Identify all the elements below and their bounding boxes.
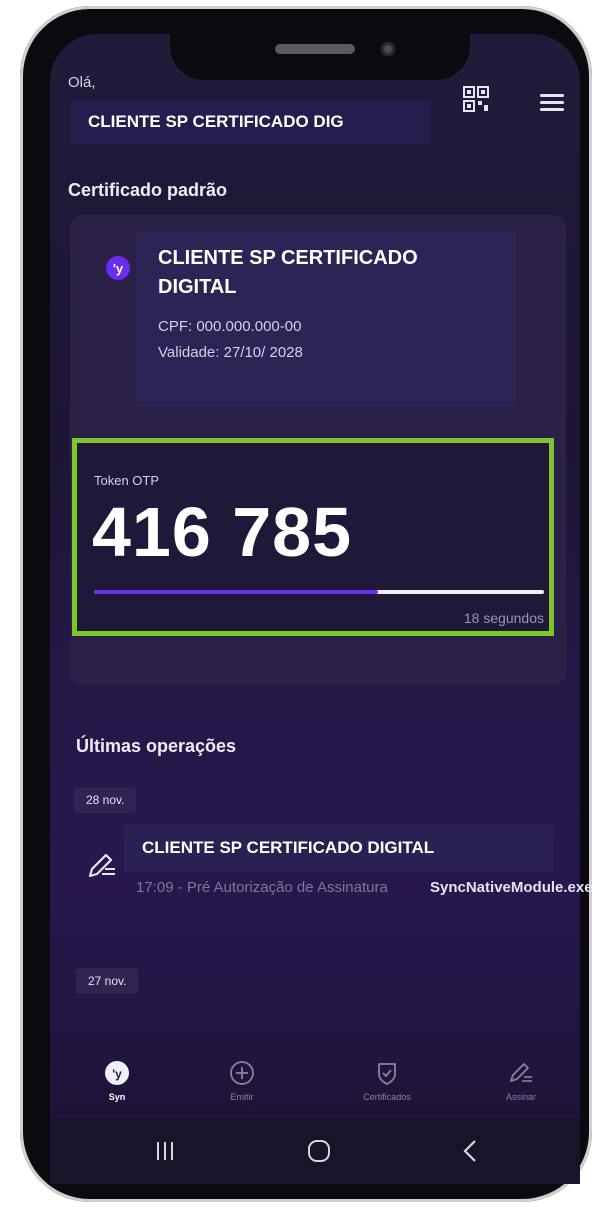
certificate-validity: Validade: 27/10/ 2028 xyxy=(158,344,303,361)
qr-code-icon[interactable] xyxy=(463,86,489,112)
plus-circle-icon xyxy=(230,1061,254,1085)
certificate-name: CLIENTE SP CERTIFICADO DIGITAL xyxy=(158,247,418,298)
nav-label: Emitir xyxy=(230,1092,254,1102)
bottom-nav: 'y Syn Emitir Certificados Assinar xyxy=(62,1052,576,1122)
nav-item-syn[interactable]: 'y Syn xyxy=(62,1060,172,1102)
nav-label: Syn xyxy=(108,1092,126,1102)
token-code[interactable]: 416 785 xyxy=(92,492,352,572)
certificate-cpf: CPF: 000.000.000-00 xyxy=(158,318,302,335)
date-chip-label: 28 nov. xyxy=(86,793,125,807)
greeting-label: Olá, xyxy=(68,74,96,91)
home-icon[interactable] xyxy=(306,1138,332,1164)
token-progress-fill xyxy=(94,590,378,594)
shield-check-icon xyxy=(378,1063,396,1085)
default-certificate-title: Certificado padrão xyxy=(68,180,228,200)
token-progress-bar xyxy=(94,590,544,594)
date-chip: 28 nov. xyxy=(74,787,137,813)
syn-logo-icon: 'y xyxy=(105,1061,129,1085)
nav-item-certificados[interactable]: Certificados xyxy=(332,1060,442,1102)
nav-label: Certificados xyxy=(363,1092,411,1102)
nav-item-assinar[interactable]: Assinar xyxy=(466,1060,576,1102)
recent-apps-icon[interactable] xyxy=(154,1140,176,1162)
date-chip: 27 nov. xyxy=(76,968,139,994)
token-time-remaining: 18 segundos xyxy=(463,610,544,626)
token-label: Token OTP xyxy=(94,473,160,488)
syn-logo-icon: 'y xyxy=(106,256,130,280)
date-chip-label: 27 nov. xyxy=(88,974,127,988)
speaker-grille xyxy=(275,44,355,54)
operation-description: 17:09 - Pré Autorização de Assinatura xyxy=(136,879,388,896)
nav-label: Assinar xyxy=(505,1092,536,1102)
system-nav-bar xyxy=(50,1118,580,1184)
front-camera xyxy=(381,42,395,56)
latest-operations-title: Últimas operações xyxy=(76,736,237,756)
menu-icon[interactable] xyxy=(540,94,564,112)
pencil-icon xyxy=(88,853,115,878)
operation-client-name: CLIENTE SP CERTIFICADO DIGITAL xyxy=(142,838,435,857)
client-name-text: CLIENTE SP CERTIFICADO DIG xyxy=(88,112,344,131)
pen-icon xyxy=(510,1063,532,1082)
client-name-header: CLIENTE SP CERTIFICADO DIG xyxy=(70,100,430,144)
operation-app: SyncNativeModule.exe xyxy=(430,879,593,896)
back-icon[interactable] xyxy=(460,1138,480,1164)
nav-item-emitir[interactable]: Emitir xyxy=(187,1060,297,1102)
svg-text:'y: 'y xyxy=(112,1067,122,1081)
